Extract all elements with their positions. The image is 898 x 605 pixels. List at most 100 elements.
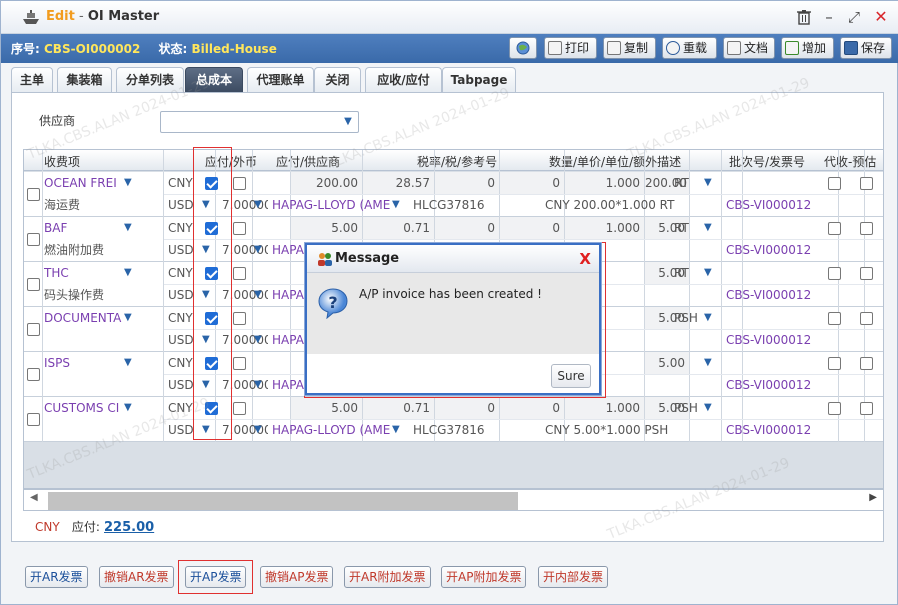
tab-containers[interactable]: 集装箱 [57,67,112,93]
reference-no[interactable]: HLCG37816 [413,194,513,216]
agent-collect-checkbox[interactable] [828,402,841,415]
chevron-down-icon[interactable]: ▼ [704,307,712,329]
chevron-down-icon[interactable]: ▼ [254,419,262,441]
supplier-name[interactable]: HAPAG-LLOYD (AME [272,419,392,441]
invoice-no[interactable]: CBS-VI000012 [726,329,818,351]
tab-master[interactable]: 主单 [11,67,53,93]
row-select-checkbox[interactable] [27,368,40,381]
foreign-checkbox[interactable] [233,402,246,415]
quantity[interactable]: 1.000 [565,172,644,194]
estimate-checkbox[interactable] [860,177,873,190]
agent-collect-checkbox[interactable] [828,177,841,190]
dialog-ok-button[interactable]: Sure [551,364,591,388]
add-button[interactable]: 增加 [781,37,834,59]
amount[interactable]: 5.00 [291,397,362,419]
table-row[interactable]: OCEAN FREI ▼ 海运费 CNY USD ▼ 7.00000 ▼ 200.00 28.57… [24,172,883,217]
row-select-checkbox[interactable] [27,188,40,201]
horizontal-scrollbar[interactable]: ◀ ▶ [23,489,884,511]
supplier-name[interactable]: HAPAG-LLOYD (AME [272,194,392,216]
chevron-down-icon[interactable]: ▼ [704,172,712,194]
chevron-down-icon[interactable]: ▼ [704,217,712,239]
open-ar-invoice-button[interactable]: 开AR发票 [25,566,88,588]
col-agent[interactable]: 代收-预估 [824,153,876,170]
browser-button[interactable] [509,37,537,59]
fee-code[interactable]: OCEAN FREI [44,172,126,194]
invoice-no[interactable]: CBS-VI000012 [726,284,818,306]
open-internal-invoice-button[interactable]: 开内部发票 [538,566,609,588]
chevron-down-icon[interactable]: ▼ [124,172,132,194]
chevron-down-icon[interactable]: ▼ [704,397,712,419]
fee-code[interactable]: BAF [44,217,126,239]
row-select-checkbox[interactable] [27,323,40,336]
summary-payable-value[interactable]: 225.00 [104,520,154,535]
chevron-down-icon[interactable]: ▼ [124,307,132,329]
close-button[interactable]: ✕ [873,9,889,25]
estimate-checkbox[interactable] [860,312,873,325]
foreign-checkbox[interactable] [233,312,246,325]
chevron-down-icon[interactable]: ▼ [124,262,132,284]
fee-code[interactable]: CUSTOMS CI [44,397,126,419]
minimize-button[interactable]: – [821,9,837,25]
fee-code[interactable]: DOCUMENTA [44,307,126,329]
col-qty[interactable]: 数量/单价/单位/额外描述 [549,153,681,170]
chevron-down-icon[interactable]: ▼ [254,284,262,306]
reload-button[interactable]: 重载 [662,37,717,59]
chevron-down-icon[interactable]: ▼ [392,194,400,216]
scroll-right-icon[interactable]: ▶ [869,492,877,503]
row-select-checkbox[interactable] [27,278,40,291]
scroll-thumb[interactable] [48,492,518,510]
chevron-down-icon[interactable]: ▼ [254,239,262,261]
fee-code[interactable]: ISPS [44,352,126,374]
cancel-ar-invoice-button[interactable]: 撤销AR发票 [99,566,174,588]
foreign-checkbox[interactable] [233,222,246,235]
reference-no[interactable]: HLCG37816 [413,419,513,441]
fee-code[interactable]: THC [44,262,126,284]
tax-rate[interactable]: 0 [435,172,499,194]
print-button[interactable]: 打印 [544,37,597,59]
invoice-no[interactable]: CBS-VI000012 [726,239,818,261]
col-batch[interactable]: 批次号/发票号 [729,153,805,170]
col-tax[interactable]: 税率/税/参考号 [417,153,497,170]
agent-collect-checkbox[interactable] [828,312,841,325]
invoice-no[interactable]: CBS-VI000012 [726,374,818,396]
cancel-ap-invoice-button[interactable]: 撤销AP发票 [260,566,334,588]
agent-collect-checkbox[interactable] [828,357,841,370]
foreign-checkbox[interactable] [233,357,246,370]
tab-close[interactable]: 关闭 [314,67,361,93]
estimate-checkbox[interactable] [860,402,873,415]
maximize-button[interactable]: ⤢ [846,9,862,25]
amount[interactable]: 200.00 [291,172,362,194]
save-button[interactable]: 保存 [840,37,892,59]
row-select-checkbox[interactable] [27,233,40,246]
chevron-down-icon[interactable]: ▼ [254,194,262,216]
chevron-down-icon[interactable]: ▼ [124,352,132,374]
invoice-no[interactable]: CBS-VI000012 [726,194,818,216]
copy-button[interactable]: 复制 [603,37,656,59]
documents-button[interactable]: 文档 [723,37,775,59]
chevron-down-icon[interactable]: ▼ [124,217,132,239]
row-select-checkbox[interactable] [27,413,40,426]
chevron-down-icon[interactable]: ▼ [254,374,262,396]
invoice-no[interactable]: CBS-VI000012 [726,419,818,441]
chevron-down-icon[interactable]: ▼ [704,262,712,284]
estimate-checkbox[interactable] [860,222,873,235]
open-ar-extra-invoice-button[interactable]: 开AR附加发票 [344,566,431,588]
tab-ar-ap[interactable]: 应收/应付 [365,67,442,93]
dialog-close-button[interactable]: X [579,250,591,268]
chevron-down-icon[interactable]: ▼ [704,352,712,374]
supplier-select[interactable]: ▼ [160,111,359,133]
estimate-checkbox[interactable] [860,357,873,370]
tab-agent-bill[interactable]: 代理账单 [247,67,314,93]
trash-icon[interactable] [796,9,812,25]
agent-collect-checkbox[interactable] [828,222,841,235]
agent-collect-checkbox[interactable] [828,267,841,280]
tax-rate[interactable]: 0 [435,217,499,239]
quantity[interactable]: 1.000 [565,217,644,239]
foreign-checkbox[interactable] [233,267,246,280]
quantity[interactable]: 1.000 [565,397,644,419]
chevron-down-icon[interactable]: ▼ [254,329,262,351]
scroll-left-icon[interactable]: ◀ [30,492,38,503]
chevron-down-icon[interactable]: ▼ [392,419,400,441]
foreign-checkbox[interactable] [233,177,246,190]
chevron-down-icon[interactable]: ▼ [124,397,132,419]
